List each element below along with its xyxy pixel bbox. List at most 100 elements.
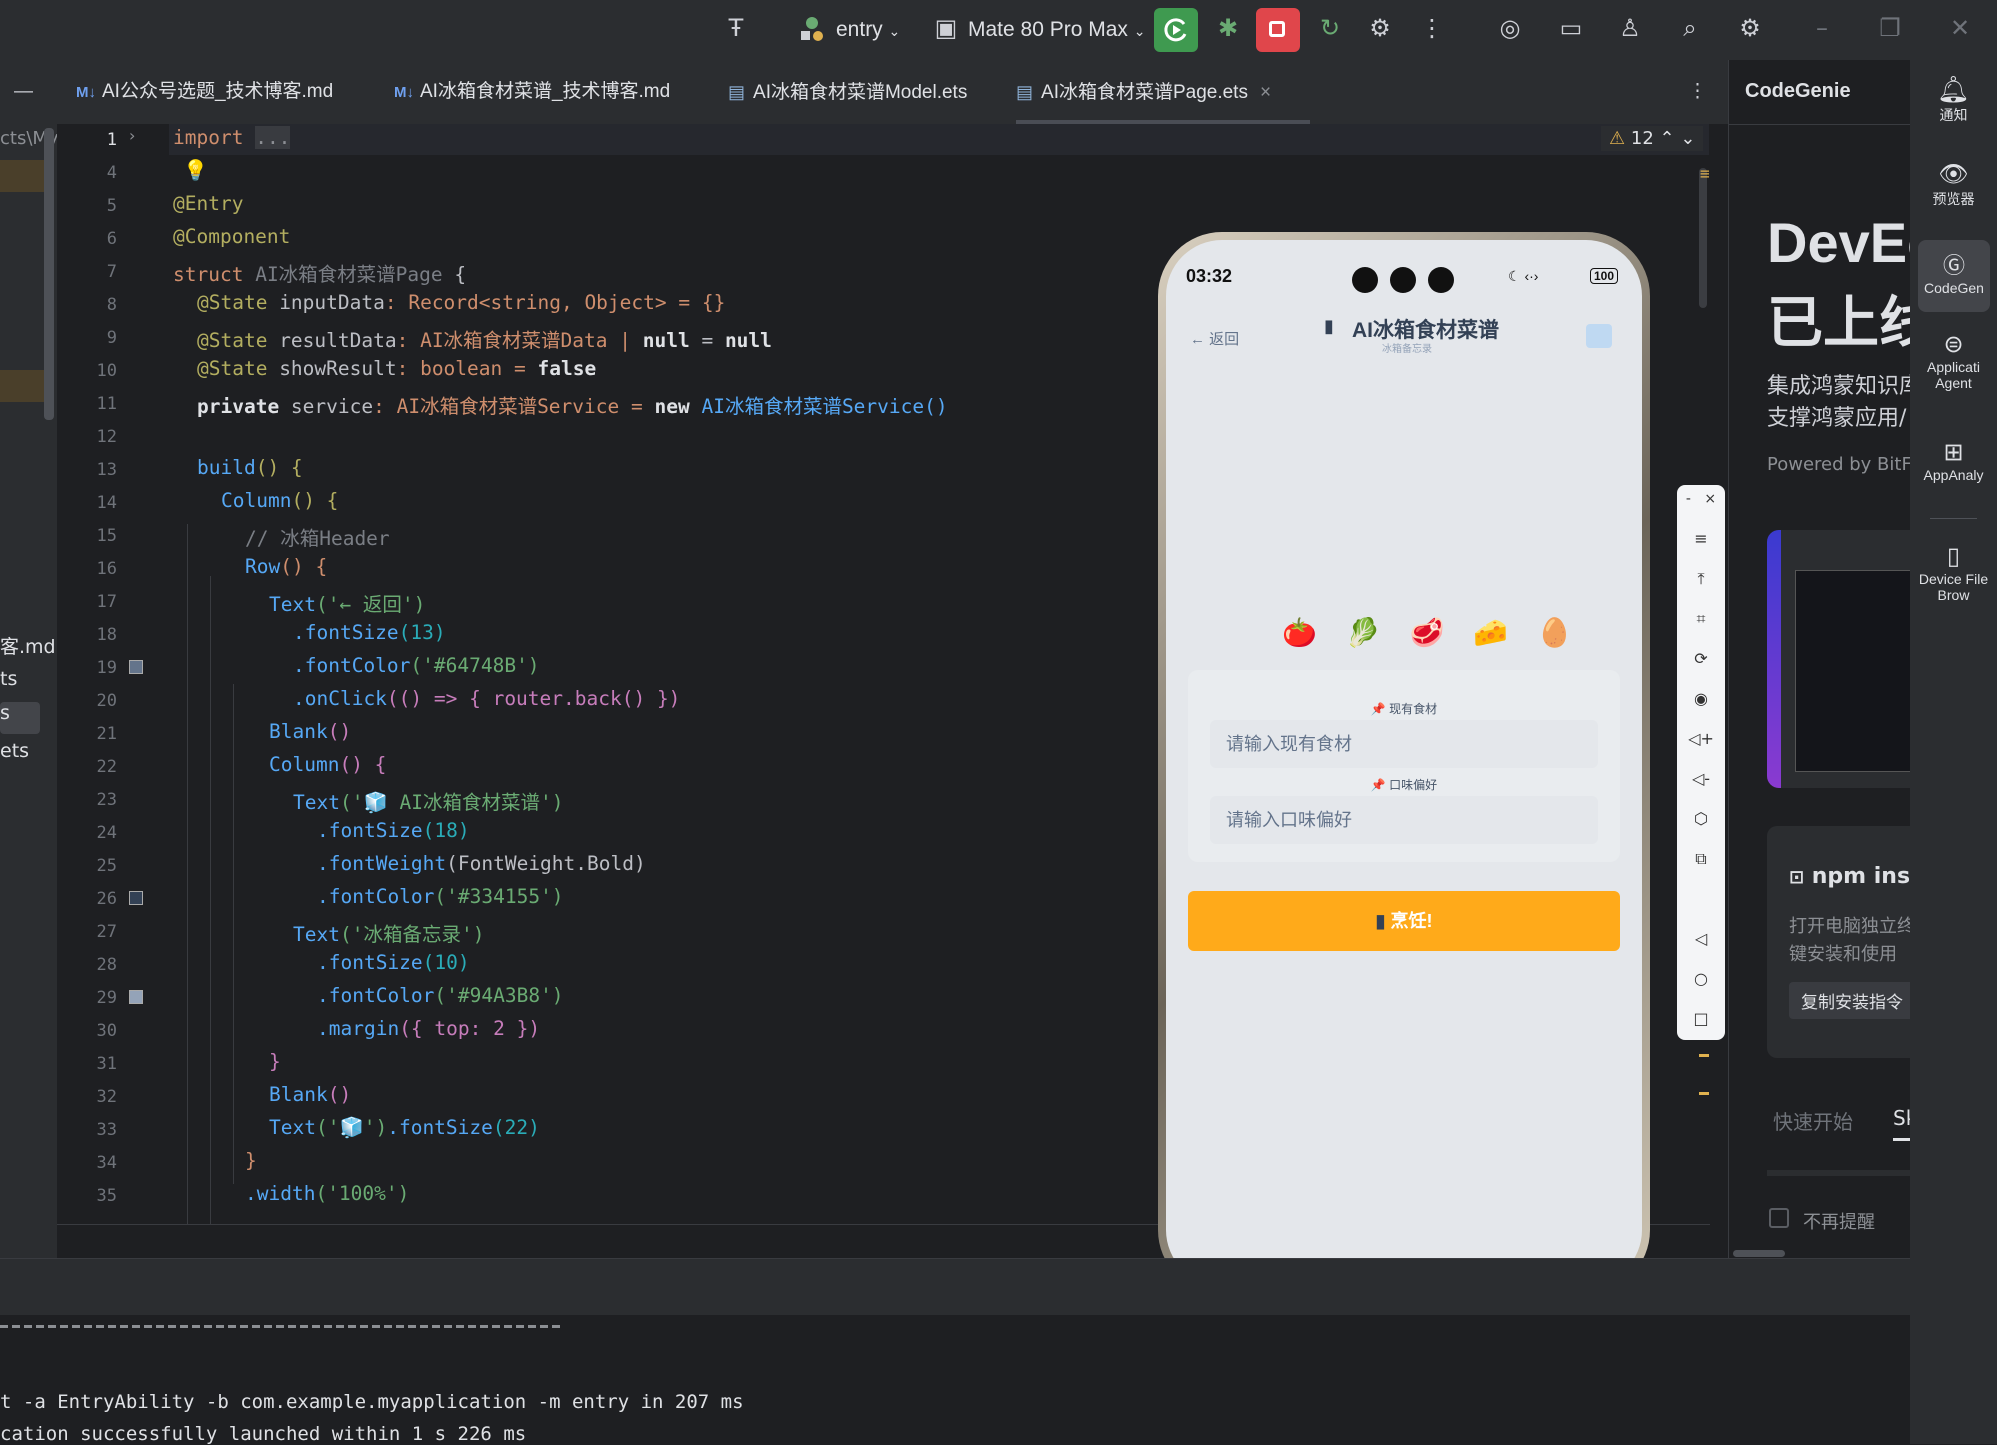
collapse-icon[interactable]: —	[14, 60, 44, 124]
account-icon[interactable]: ♙	[1614, 14, 1646, 42]
editor-scrollbar[interactable]	[1699, 168, 1707, 308]
device-selector[interactable]: Mate 80 Pro Max ⌄	[968, 18, 1145, 42]
cook-button[interactable]: ▮ 烹饪!	[1188, 891, 1620, 951]
line-number: 1	[106, 130, 117, 150]
tab-page-ets-active[interactable]: ▤ AI冰箱食材菜谱Page.ets ×	[1016, 60, 1310, 124]
fold-chevron-icon[interactable]: ›	[129, 126, 135, 145]
ingredients-input[interactable]: 请输入现有食材	[1210, 720, 1598, 768]
powered-by: Powered by BitFu	[1767, 454, 1911, 475]
folded-imports[interactable]: ...	[255, 126, 291, 149]
divider	[1767, 1170, 1911, 1176]
panel-title: CodeGenie	[1745, 80, 1851, 102]
code-token: : AI冰箱食材菜谱Data |	[396, 329, 643, 352]
markdown-icon: M↓	[394, 84, 414, 101]
folder-icon[interactable]: ▭	[1554, 14, 1588, 42]
notifications-tool[interactable]: 🔔︎ 通知	[1910, 74, 1997, 125]
device-screen[interactable]: 03:32 ☾ ‹·› 100 ← 返回 ▮ AI冰箱食材菜谱 冰箱备忘录 🍅 …	[1166, 240, 1642, 1286]
line-number: 22	[96, 757, 117, 777]
code-token: ('#94A3B8')	[434, 984, 564, 1007]
code-token: .fontColor	[317, 984, 435, 1007]
toolbar-collapse-icon[interactable]: - ×	[1677, 491, 1725, 507]
back-button[interactable]: ← 返回	[1190, 328, 1239, 349]
line-number-gutter: 1 4 5 6 7 8 9 10 11 12 13 14 15 16 17 18…	[57, 124, 169, 1224]
device-icon: ▣	[934, 14, 958, 42]
code-line-27: Text('冰箱备忘录')	[293, 918, 484, 947]
rotate-icon[interactable]: ⟳	[1677, 649, 1725, 668]
code-token: private	[197, 395, 280, 418]
no-remind-checkbox[interactable]	[1769, 1208, 1789, 1228]
debug-icon[interactable]: ✱	[1212, 14, 1244, 42]
tab-md-1[interactable]: M↓ AI公众号选题_技术博客.md	[76, 60, 333, 124]
inspection-widget[interactable]: ⚠ 12 ⌃ ⌄	[1601, 126, 1704, 151]
code-line-35: .width('100%')	[245, 1182, 409, 1205]
emulator-toolbar: - × ≡ ⤒ ⌗ ⟳ ◉ ◁+ ◁- ⬡ ⧉ ◁ ○ □	[1677, 485, 1725, 1040]
code-token: () {	[255, 456, 303, 479]
back-nav-icon[interactable]: ◁	[1677, 929, 1725, 948]
tab-skills[interactable]: Sk	[1893, 1106, 1911, 1141]
module-selector[interactable]: entry ⌄	[836, 18, 900, 42]
code-token: : boolean =	[396, 357, 538, 380]
close-window-icon[interactable]: ✕	[1944, 14, 1976, 42]
pin-top-icon[interactable]: ⤒	[1677, 569, 1725, 589]
tab-model-ets[interactable]: ▤ AI冰箱食材菜谱Model.ets	[728, 60, 967, 124]
copy-install-button[interactable]: 复制安装指令	[1789, 982, 1911, 1019]
code-token: Column	[221, 489, 292, 512]
no-remind-label: 不再提醒	[1803, 1212, 1875, 1233]
line-number: 20	[96, 691, 117, 711]
minimize-icon[interactable]: –	[1806, 14, 1838, 42]
maximize-icon[interactable]: ❐	[1874, 14, 1906, 42]
code-token: Text	[269, 593, 316, 616]
more-vertical-icon[interactable]: ⋮	[1416, 14, 1448, 42]
color-swatch-icon	[129, 660, 143, 674]
code-token: ('#64748B')	[410, 654, 540, 677]
project-file-item-selected[interactable]: s	[0, 702, 40, 734]
project-file-item[interactable]: 客.md	[0, 632, 56, 659]
volume-up-icon[interactable]: ◁+	[1677, 729, 1725, 748]
tab-quick-start[interactable]: 快速开始	[1773, 1106, 1853, 1135]
settings-icon[interactable]: ⚙	[1734, 14, 1766, 42]
run-button[interactable]	[1154, 8, 1198, 52]
code-line-18: .fontSize(13)	[293, 621, 446, 644]
fold-icon[interactable]: ⬡	[1677, 809, 1725, 828]
screenshot-icon[interactable]: ◉	[1677, 689, 1725, 708]
multi-window-icon[interactable]: ⧉	[1677, 849, 1725, 869]
tool-label: 预览器	[1932, 191, 1975, 207]
chevron-down-icon[interactable]: ⌄	[1680, 128, 1695, 149]
attach-debugger-icon[interactable]: ⚙	[1364, 14, 1396, 42]
tab-md-2[interactable]: M↓ AI冰箱食材菜谱_技术博客.md	[394, 60, 670, 124]
project-file-item[interactable]: ets	[0, 740, 29, 762]
crop-icon[interactable]: ⌗	[1677, 609, 1725, 629]
home-nav-icon[interactable]: ○	[1677, 969, 1725, 988]
project-file-item[interactable]: ts	[0, 668, 17, 690]
apply-changes-icon[interactable]: ↻	[1314, 14, 1346, 42]
volume-down-icon[interactable]: ◁-	[1677, 769, 1725, 788]
device-file-browser-tool[interactable]: ▯ Device File Brow	[1910, 542, 1997, 603]
camera-cutout	[1352, 265, 1464, 295]
horizontal-scrollbar[interactable]	[1733, 1250, 1785, 1257]
lightbulb-icon[interactable]: 💡	[183, 158, 208, 182]
previewer-tool[interactable]: 👁︎ 预览器	[1910, 160, 1997, 209]
taste-input[interactable]: 请输入口味偏好	[1210, 796, 1598, 844]
search-icon[interactable]: ⌕	[1674, 14, 1706, 42]
line-number: 21	[96, 724, 117, 744]
code-token: @State	[197, 291, 268, 314]
code-token: .onClick	[293, 687, 387, 710]
code-token: ()	[327, 720, 352, 743]
menu-icon[interactable]: ≡	[1677, 529, 1725, 548]
target-icon[interactable]: ◎	[1494, 14, 1526, 42]
analyzer-tool[interactable]: ⊞ AppAnaly	[1910, 438, 1997, 483]
agent-tool[interactable]: ⊜ Applicati Agent	[1910, 330, 1997, 391]
codegenie-tool-active[interactable]: Ⓖ CodeGen	[1918, 240, 1990, 312]
line-number: 30	[96, 1021, 117, 1041]
recents-nav-icon[interactable]: □	[1677, 1009, 1725, 1028]
line-number: 25	[96, 856, 117, 876]
promo-image-card	[1767, 530, 1911, 788]
scrollbar[interactable]	[44, 128, 54, 420]
battery-indicator: 100	[1590, 268, 1619, 284]
tab-menu-icon[interactable]: ⋮	[1688, 60, 1707, 124]
text-format-icon[interactable]: Ŧ	[716, 14, 756, 42]
code-token: ('← 返回')	[315, 593, 426, 616]
close-tab-icon[interactable]: ×	[1260, 82, 1271, 103]
chevron-up-icon[interactable]: ⌃	[1660, 128, 1675, 149]
stop-button[interactable]	[1256, 8, 1300, 52]
